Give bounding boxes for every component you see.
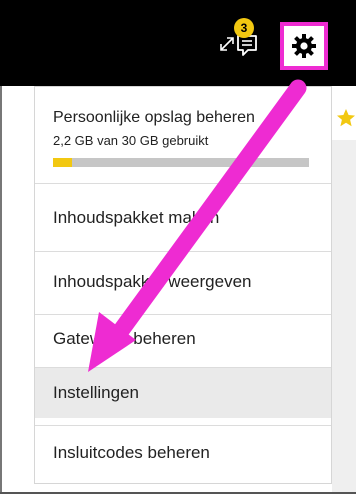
menu-item-create-content-pack[interactable]: Inhoudspakket maken [35,193,331,243]
top-toolbar: 3 [0,0,356,86]
menu-divider [35,425,331,426]
menu-item-manage-gateways[interactable]: Gateways beheren [35,314,331,364]
gear-icon [292,34,316,58]
menu-item-view-content-pack[interactable]: Inhoudspakket weergeven [35,257,331,307]
storage-progress-bar [53,158,309,167]
storage-usage-text: 2,2 GB van 30 GB gebruikt [53,133,209,148]
storage-progress-fill [53,158,72,167]
menu-divider [35,183,331,184]
star-icon[interactable] [336,108,356,128]
manage-personal-storage-item[interactable]: Persoonlijke opslag beheren 2,2 GB van 3… [35,87,331,183]
menu-divider [35,251,331,252]
menu-item-manage-embed-codes[interactable]: Insluitcodes beheren [35,428,331,478]
background-right-gray [332,140,356,494]
screenshot-left-border [0,86,2,494]
storage-title: Persoonlijke opslag beheren [53,109,255,126]
background-left [0,86,34,494]
settings-button[interactable] [280,22,328,70]
menu-item-settings[interactable]: Instellingen [35,368,331,418]
notification-badge: 3 [234,18,254,38]
settings-dropdown-menu: Persoonlijke opslag beheren 2,2 GB van 3… [34,86,332,484]
